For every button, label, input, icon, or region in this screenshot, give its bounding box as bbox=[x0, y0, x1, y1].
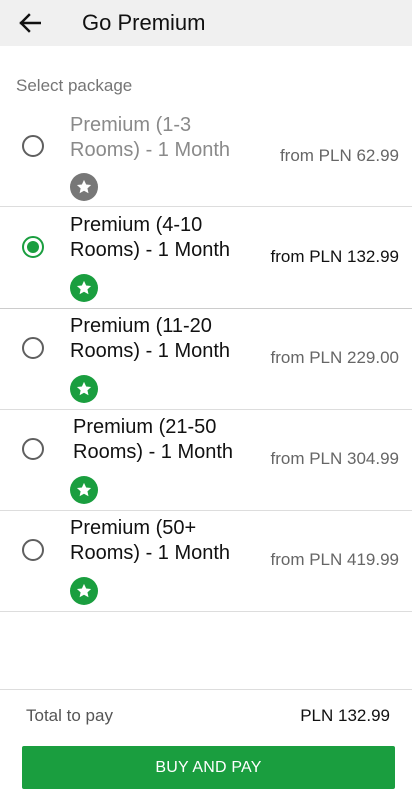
package-name: Premium (4-10 Rooms) - 1 Month bbox=[70, 214, 231, 261]
package-price: from PLN 62.99 bbox=[279, 146, 399, 165]
page-title: Go Premium bbox=[82, 10, 206, 35]
radio-button[interactable] bbox=[22, 539, 44, 561]
package-item-1-3-rooms[interactable]: Premium (1-3 Rooms) - 1 Month from PLN 6… bbox=[0, 106, 412, 207]
package-item-21-50-rooms[interactable]: Premium (21-50 Rooms) - 1 Month from PLN… bbox=[0, 410, 412, 511]
radio-button[interactable] bbox=[22, 337, 44, 359]
package-item-11-20-rooms[interactable]: Premium (11-20 Rooms) - 1 Month from PLN… bbox=[0, 309, 412, 410]
star-icon bbox=[70, 577, 98, 605]
package-name: Premium (21-50 Rooms) - 1 Month bbox=[73, 416, 234, 463]
total-label: Total to pay bbox=[26, 706, 113, 725]
radio-button[interactable] bbox=[22, 135, 44, 157]
star-icon bbox=[70, 375, 98, 403]
buy-and-pay-button[interactable]: BUY AND PAY bbox=[22, 746, 395, 789]
divider bbox=[0, 206, 412, 207]
package-price: from PLN 229.00 bbox=[270, 348, 399, 367]
package-price: from PLN 132.99 bbox=[270, 247, 399, 266]
radio-button[interactable] bbox=[22, 438, 44, 460]
package-item-4-10-rooms[interactable]: Premium (4-10 Rooms) - 1 Month from PLN … bbox=[0, 208, 412, 309]
footer-divider bbox=[0, 689, 412, 690]
back-button[interactable] bbox=[14, 8, 46, 38]
divider bbox=[0, 611, 412, 612]
package-price: from PLN 419.99 bbox=[270, 550, 399, 569]
app-bar: Go Premium bbox=[0, 0, 412, 46]
radio-button-checked[interactable] bbox=[22, 236, 44, 258]
package-price: from PLN 304.99 bbox=[270, 449, 399, 468]
total-value: PLN 132.99 bbox=[300, 706, 390, 725]
package-name: Premium (1-3 Rooms) - 1 Month bbox=[70, 114, 231, 161]
star-icon bbox=[70, 173, 98, 201]
package-name: Premium (50+ Rooms) - 1 Month bbox=[70, 517, 231, 564]
package-name: Premium (11-20 Rooms) - 1 Month bbox=[70, 315, 231, 362]
star-icon bbox=[70, 274, 98, 302]
arrow-left-icon bbox=[19, 13, 41, 33]
package-item-50-plus-rooms[interactable]: Premium (50+ Rooms) - 1 Month from PLN 4… bbox=[0, 511, 412, 612]
star-icon bbox=[70, 476, 98, 504]
section-label: Select package bbox=[16, 76, 133, 95]
